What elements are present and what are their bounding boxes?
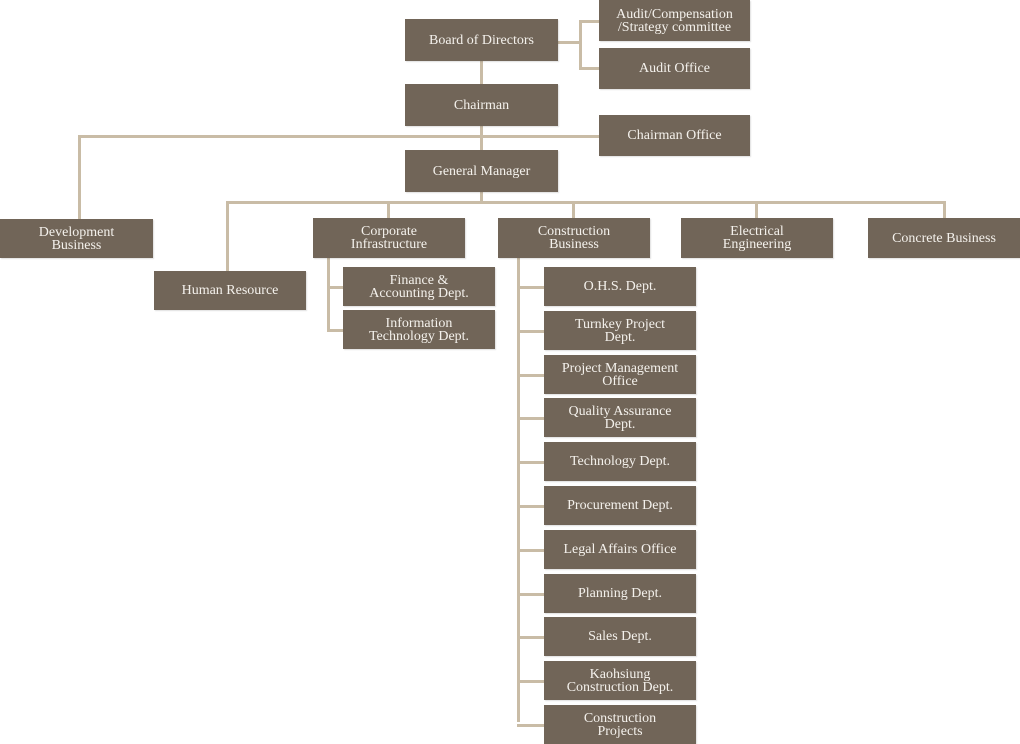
development-business-box: Development Business bbox=[0, 219, 153, 258]
construction-dept-box: Procurement Dept. bbox=[544, 486, 696, 525]
electrical-engineering-box: Electrical Engineering bbox=[681, 218, 833, 258]
construction-dept-box: O.H.S. Dept. bbox=[544, 267, 696, 306]
connector bbox=[755, 201, 758, 219]
human-resource-box: Human Resource bbox=[154, 271, 306, 310]
connector bbox=[517, 257, 520, 722]
construction-dept-box: Quality Assurance Dept. bbox=[544, 398, 696, 437]
connector bbox=[943, 201, 946, 219]
chairman-office-box: Chairman Office bbox=[599, 115, 750, 156]
construction-dept-box: Planning Dept. bbox=[544, 574, 696, 613]
connector bbox=[579, 67, 599, 70]
connector bbox=[517, 417, 544, 420]
connector bbox=[517, 680, 544, 683]
connector bbox=[78, 135, 81, 219]
connector bbox=[517, 549, 544, 552]
connector bbox=[226, 201, 229, 271]
chairman-box: Chairman bbox=[405, 84, 558, 126]
construction-dept-box: Turnkey Project Dept. bbox=[544, 311, 696, 350]
audit-office-box: Audit Office bbox=[599, 48, 750, 89]
connector bbox=[517, 330, 544, 333]
connector bbox=[517, 724, 544, 727]
construction-dept-box: Construction Projects bbox=[544, 705, 696, 744]
connector bbox=[226, 201, 946, 204]
connector bbox=[78, 135, 599, 138]
construction-dept-box: Project Management Office bbox=[544, 355, 696, 394]
connector bbox=[480, 60, 483, 85]
construction-dept-box: Technology Dept. bbox=[544, 442, 696, 481]
connector bbox=[517, 461, 544, 464]
construction-dept-box: Kaohsiung Construction Dept. bbox=[544, 661, 696, 700]
connector bbox=[579, 20, 582, 69]
connector bbox=[517, 593, 544, 596]
org-chart: Board of Directors Audit/Compensation /S… bbox=[0, 0, 1020, 744]
information-technology-box: Information Technology Dept. bbox=[343, 310, 495, 349]
committee-box: Audit/Compensation /Strategy committee bbox=[599, 0, 750, 41]
construction-dept-box: Sales Dept. bbox=[544, 617, 696, 656]
connector bbox=[327, 329, 343, 332]
board-of-directors-box: Board of Directors bbox=[405, 19, 558, 61]
concrete-business-box: Concrete Business bbox=[868, 218, 1020, 258]
corporate-infrastructure-box: Corporate Infrastructure bbox=[313, 218, 465, 258]
connector bbox=[579, 20, 599, 23]
connector bbox=[480, 125, 483, 151]
connector bbox=[327, 286, 343, 289]
construction-business-box: Construction Business bbox=[498, 218, 650, 258]
connector bbox=[517, 505, 544, 508]
connector bbox=[517, 374, 544, 377]
general-manager-box: General Manager bbox=[405, 150, 558, 192]
construction-dept-box: Legal Affairs Office bbox=[544, 530, 696, 569]
connector bbox=[517, 286, 544, 289]
connector bbox=[557, 41, 581, 44]
finance-box: Finance & Accounting Dept. bbox=[343, 267, 495, 306]
connector bbox=[517, 636, 544, 639]
connector bbox=[327, 257, 330, 332]
connector bbox=[572, 201, 575, 219]
connector bbox=[387, 201, 390, 219]
